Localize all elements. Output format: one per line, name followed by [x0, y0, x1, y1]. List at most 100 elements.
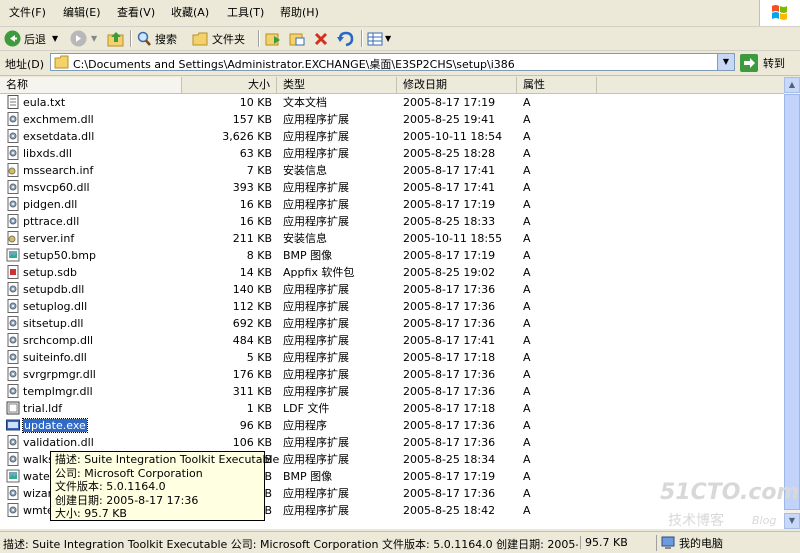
file-date: 2005-8-25 18:34 [403, 453, 496, 466]
file-date: 2005-10-11 18:54 [403, 130, 503, 143]
file-type: 应用程序扩展 [283, 368, 349, 381]
file-attributes: A [523, 334, 531, 347]
menu-edit[interactable]: 编辑(E) [63, 6, 101, 20]
file-attributes: A [523, 419, 531, 432]
delete-button[interactable] [313, 29, 329, 48]
file-row[interactable]: setup.sdb 14 KB Appfix 软件包 2005-8-25 19:02 A [0, 264, 784, 281]
file-date: 2005-8-17 17:18 [403, 351, 496, 364]
scroll-up-icon[interactable]: ▲ [784, 77, 800, 93]
file-row[interactable]: mssearch.inf 7 KB 安装信息 2005-8-17 17:41 A [0, 162, 784, 179]
file-row[interactable]: exsetdata.dll 3,626 KB 应用程序扩展 2005-10-11 18… [0, 128, 784, 145]
menu-view[interactable]: 查看(V) [117, 6, 155, 20]
file-row[interactable]: sitsetup.dll 692 KB 应用程序扩展 2005-8-17 17:36 A [0, 315, 784, 332]
address-dropdown-icon[interactable]: ▼ [717, 54, 734, 70]
file-row[interactable]: server.inf 211 KB 安装信息 2005-10-11 18:55 A [0, 230, 784, 247]
file-row[interactable]: svrgrpmgr.dll 176 KB 应用程序扩展 2005-8-17 17:36… [0, 366, 784, 383]
file-date: 2005-8-17 17:19 [403, 198, 496, 211]
dll-file-icon [6, 214, 20, 228]
menu-file[interactable]: 文件(F) [9, 6, 46, 20]
column-header-modified[interactable]: 修改日期 [397, 77, 517, 93]
file-size: 484 KB [232, 334, 272, 347]
sdb-file-icon [6, 265, 20, 279]
file-size: 1 KB [246, 402, 272, 415]
file-row[interactable]: pidgen.dll 16 KB 应用程序扩展 2005-8-17 17:19 A [0, 196, 784, 213]
menu-favorites[interactable]: 收藏(A) [171, 6, 209, 20]
address-input[interactable]: C:\Documents and Settings\Administrator.… [50, 53, 735, 71]
column-header-type[interactable]: 类型 [277, 77, 397, 93]
menu-tools[interactable]: 工具(T) [227, 6, 264, 20]
file-size: 692 KB [232, 317, 272, 330]
dll-file-icon [6, 180, 20, 194]
file-name: setupdb.dll [23, 283, 85, 296]
file-row[interactable]: update.exe 96 KB 应用程序 2005-8-17 17:36 A [0, 417, 784, 434]
file-type: 应用程序扩展 [283, 504, 349, 517]
file-size: 157 KB [232, 113, 272, 126]
file-row[interactable]: validation.dll 106 KB 应用程序扩展 2005-8-17 17:3… [0, 434, 784, 451]
file-row[interactable]: eula.txt 10 KB 文本文档 2005-8-17 17:19 A [0, 94, 784, 111]
file-size: 16 KB [239, 198, 272, 211]
file-row[interactable]: trial.ldf 1 KB LDF 文件 2005-8-17 17:18 A [0, 400, 784, 417]
file-date: 2005-8-25 19:41 [403, 113, 496, 126]
file-row[interactable]: setuplog.dll 112 KB 应用程序扩展 2005-8-17 17:36 A [0, 298, 784, 315]
file-date: 2005-8-17 17:36 [403, 283, 496, 296]
file-size: 14 KB [239, 266, 272, 279]
address-path: C:\Documents and Settings\Administrator.… [73, 58, 515, 71]
file-date: 2005-8-17 17:36 [403, 300, 496, 313]
search-button[interactable]: 搜索 [136, 29, 177, 48]
address-label: 地址(D) [5, 58, 45, 71]
bmp-file-icon [6, 469, 20, 483]
file-attributes: A [523, 470, 531, 483]
file-name: libxds.dll [23, 147, 72, 160]
file-size: 112 KB [232, 300, 272, 313]
file-attributes: A [523, 436, 531, 449]
file-size: 7 KB [246, 164, 272, 177]
menu-help[interactable]: 帮助(H) [280, 6, 319, 20]
column-header-size[interactable]: 大小 [182, 77, 277, 93]
address-bar: 地址(D) C:\Documents and Settings\Administ… [0, 51, 800, 76]
tooltip-created: 创建日期: 2005-8-17 17:36 [55, 493, 199, 507]
file-row[interactable]: srchcomp.dll 484 KB 应用程序扩展 2005-8-17 17:41 A [0, 332, 784, 349]
move-to-button[interactable] [265, 29, 282, 48]
dll-file-icon [6, 146, 20, 160]
column-header-name[interactable]: 名称 [0, 77, 182, 93]
views-dropdown-icon[interactable]: ▼ [385, 34, 391, 43]
file-date: 2005-8-17 17:36 [403, 487, 496, 500]
file-name: server.inf [23, 232, 75, 245]
file-row[interactable]: suiteinfo.dll 5 KB 应用程序扩展 2005-8-17 17:18 A [0, 349, 784, 366]
file-name: validation.dll [23, 436, 94, 449]
forward-dropdown-icon[interactable]: ▼ [91, 34, 97, 43]
file-date: 2005-8-17 17:19 [403, 96, 496, 109]
file-row[interactable]: setupdb.dll 140 KB 应用程序扩展 2005-8-17 17:36 A [0, 281, 784, 298]
file-name: eula.txt [23, 96, 66, 109]
dll-file-icon [6, 299, 20, 313]
scroll-down-icon[interactable]: ▼ [784, 513, 800, 529]
undo-button[interactable] [336, 29, 354, 48]
back-button[interactable]: 后退 ▼ [4, 29, 58, 48]
file-attributes: A [523, 249, 531, 262]
back-dropdown-icon[interactable]: ▼ [52, 34, 58, 43]
file-name: wizar [23, 487, 53, 500]
file-size: 176 KB [232, 368, 272, 381]
vertical-scrollbar[interactable]: ▲ ▼ [784, 77, 800, 529]
up-folder-button[interactable] [107, 29, 125, 48]
file-date: 2005-8-17 17:41 [403, 164, 496, 177]
file-row[interactable]: libxds.dll 63 KB 应用程序扩展 2005-8-25 18:28 A [0, 145, 784, 162]
file-name: suiteinfo.dll [23, 351, 87, 364]
dll-file-icon [6, 129, 20, 143]
tooltip-size: 大小: 95.7 KB [55, 507, 127, 520]
file-row[interactable]: msvcp60.dll 393 KB 应用程序扩展 2005-8-17 17:41 A [0, 179, 784, 196]
forward-button[interactable]: ▼ [70, 29, 97, 48]
file-date: 2005-8-17 17:19 [403, 249, 496, 262]
column-header-attributes[interactable]: 属性 [517, 77, 597, 93]
file-row[interactable]: setup50.bmp 8 KB BMP 图像 2005-8-17 17:19 A [0, 247, 784, 264]
go-button[interactable]: 转到 [740, 53, 785, 72]
copy-to-button[interactable] [289, 29, 306, 48]
scroll-thumb[interactable] [784, 94, 800, 510]
views-button[interactable]: ▼ [367, 29, 391, 48]
file-row[interactable]: exchmem.dll 157 KB 应用程序扩展 2005-8-25 19:41 A [0, 111, 784, 128]
folders-button[interactable]: 文件夹 [192, 29, 245, 48]
file-row[interactable]: templmgr.dll 311 KB 应用程序扩展 2005-8-17 17:36 A [0, 383, 784, 400]
file-date: 2005-8-25 18:28 [403, 147, 496, 160]
search-icon [137, 31, 151, 46]
file-row[interactable]: pttrace.dll 16 KB 应用程序扩展 2005-8-25 18:33 A [0, 213, 784, 230]
